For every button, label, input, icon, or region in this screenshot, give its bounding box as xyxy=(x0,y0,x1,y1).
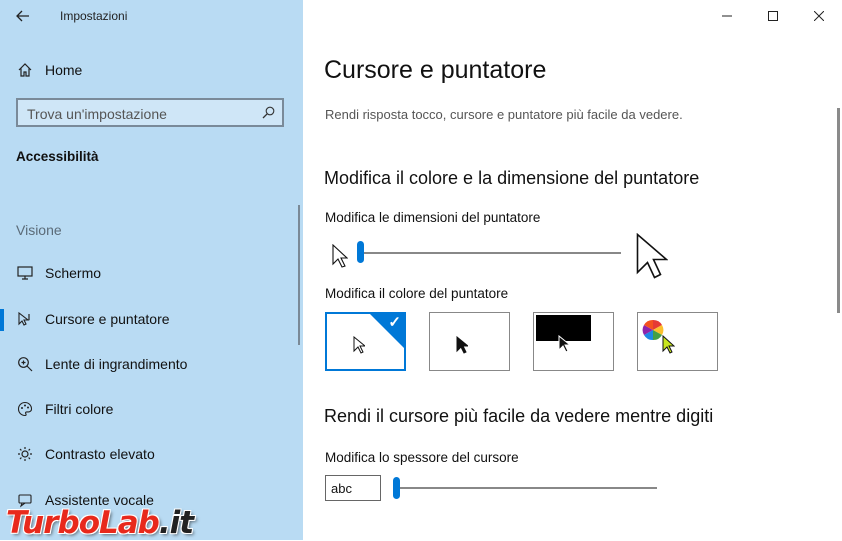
sidebar-item-label: Cursore e puntatore xyxy=(45,311,170,327)
close-icon xyxy=(814,11,824,21)
sidebar-item-cursore[interactable]: Cursore e puntatore xyxy=(0,302,300,336)
minimize-button[interactable] xyxy=(704,0,750,32)
nav-home[interactable]: Home xyxy=(0,53,300,87)
pointer-size-label: Modifica le dimensioni del puntatore xyxy=(325,210,541,225)
cursor-preview-box: abc xyxy=(325,475,381,501)
minimize-icon xyxy=(722,15,732,17)
pointer-color-white[interactable]: ✓ xyxy=(325,312,406,371)
cursor-preview-text: abc xyxy=(331,481,352,496)
settings-search-input[interactable]: Trova un'impostazione xyxy=(16,98,284,127)
main-content: Cursore e puntatore Rendi risposta tocco… xyxy=(303,0,842,540)
magnifier-icon xyxy=(16,355,34,373)
pointer-color-black[interactable] xyxy=(429,312,510,371)
palette-icon xyxy=(16,400,34,418)
maximize-icon xyxy=(768,11,778,21)
group-title-visione: Visione xyxy=(16,222,62,238)
sidebar-item-schermo[interactable]: Schermo xyxy=(0,256,300,290)
sidebar-item-filtri[interactable]: Filtri colore xyxy=(0,392,300,426)
app-title: Impostazioni xyxy=(60,9,128,23)
cursor-thickness-slider-track[interactable] xyxy=(398,487,657,489)
white-pointer-icon xyxy=(353,336,365,354)
black-pointer-icon xyxy=(456,336,468,354)
sidebar-item-lente[interactable]: Lente di ingrandimento xyxy=(0,347,300,381)
pointer-color-custom[interactable] xyxy=(637,312,718,371)
back-arrow-icon xyxy=(16,10,29,22)
window-controls xyxy=(704,0,842,32)
cursor-section-heading: Rendi il cursore più facile da vedere me… xyxy=(324,406,714,426)
home-icon xyxy=(16,61,34,79)
sidebar-item-label: Lente di ingrandimento xyxy=(45,356,188,372)
cursor-thickness-label: Modifica lo spessore del cursore xyxy=(325,450,519,465)
color-wheel-icon xyxy=(642,319,664,341)
search-placeholder: Trova un'impostazione xyxy=(27,106,167,122)
sidebar-item-label: Schermo xyxy=(45,265,102,281)
search-icon xyxy=(262,106,275,119)
large-pointer-icon xyxy=(636,233,668,279)
sidebar-scrollbar[interactable] xyxy=(298,205,300,345)
sidebar-item-label: Filtri colore xyxy=(45,401,114,417)
sidebar: Impostazioni Home Trova un'impostazione … xyxy=(0,0,303,540)
maximize-button[interactable] xyxy=(750,0,796,32)
sidebar-item-label: Contrasto elevato xyxy=(45,446,155,462)
small-pointer-icon xyxy=(332,244,348,268)
cursor-thickness-slider-thumb[interactable] xyxy=(393,477,400,499)
nav-home-label: Home xyxy=(45,62,83,78)
pointer-color-inverted[interactable] xyxy=(533,312,614,371)
watermark-logo: TurboLab.it xyxy=(6,505,194,541)
pointer-size-slider-thumb[interactable] xyxy=(357,241,364,263)
brightness-icon xyxy=(16,445,34,463)
page-title: Cursore e puntatore xyxy=(324,56,547,84)
pointer-size-slider-track[interactable] xyxy=(362,252,621,254)
main-scrollbar[interactable] xyxy=(837,108,840,313)
pointer-section-heading: Modifica il colore e la dimensione del p… xyxy=(324,168,700,188)
watermark-brand: TurboLab xyxy=(6,505,160,541)
page-description: Rendi risposta tocco, cursore e puntator… xyxy=(325,107,683,122)
pointer-color-label: Modifica il colore del puntatore xyxy=(325,286,509,301)
back-button[interactable] xyxy=(10,4,36,28)
checkmark-icon: ✓ xyxy=(388,314,401,331)
watermark-suffix: .it xyxy=(158,505,194,541)
sidebar-item-contrasto[interactable]: Contrasto elevato xyxy=(0,437,300,471)
section-title: Accessibilità xyxy=(16,149,99,164)
custom-pointer-icon xyxy=(662,335,675,354)
monitor-icon xyxy=(16,264,34,282)
inverted-pointer-icon xyxy=(558,335,570,353)
cursor-pointer-icon xyxy=(16,310,34,328)
close-button[interactable] xyxy=(796,0,842,32)
